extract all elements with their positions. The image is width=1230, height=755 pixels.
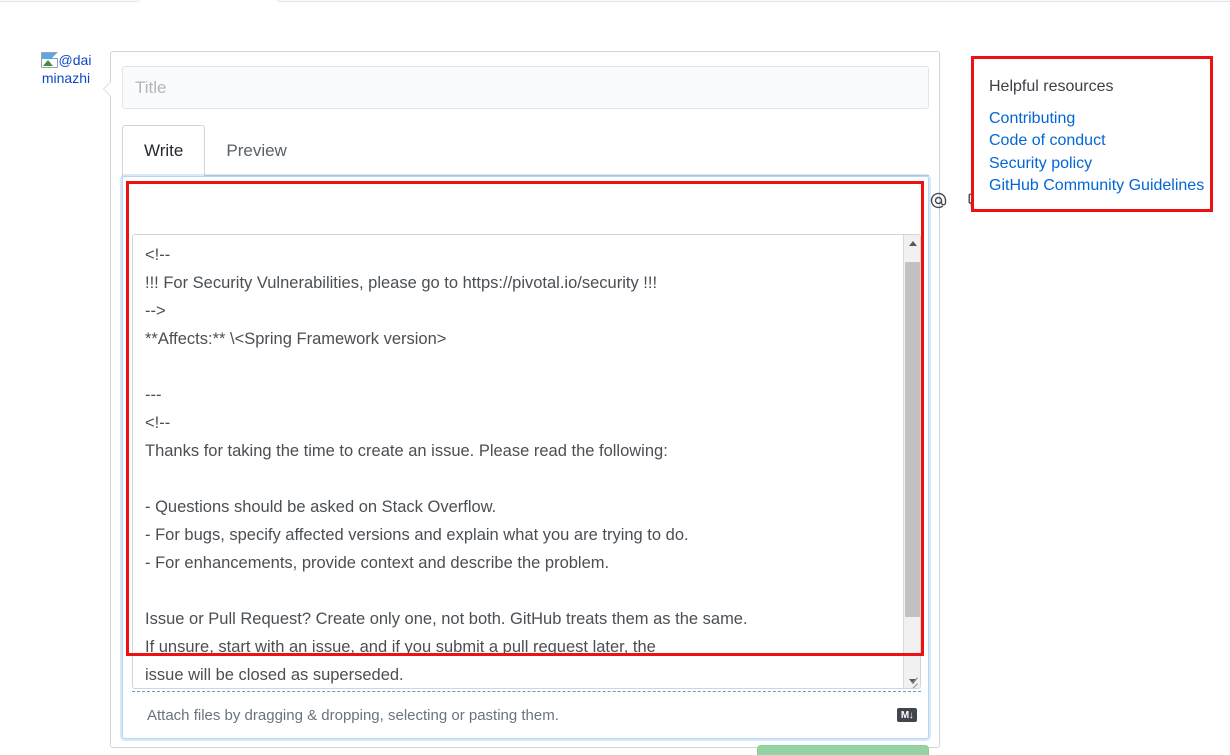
scrollbar-thumb[interactable] bbox=[905, 262, 920, 617]
editor-tabs: Write Preview bbox=[122, 125, 929, 177]
scroll-up-arrow[interactable] bbox=[904, 235, 920, 252]
link-code-of-conduct[interactable]: Code of conduct bbox=[989, 130, 1204, 152]
issue-body-textarea[interactable]: <!-- !!! For Security Vulnerabilities, p… bbox=[132, 234, 921, 689]
avatar[interactable]: @daiminazhi bbox=[38, 51, 94, 110]
new-issue-page: @daiminazhi Title Write Preview H B I bbox=[0, 0, 1230, 755]
submit-new-issue-button[interactable]: Submit new issue bbox=[757, 745, 929, 755]
link-security-policy[interactable]: Security policy bbox=[989, 153, 1204, 175]
link-contributing[interactable]: Contributing bbox=[989, 108, 1204, 130]
textarea-scrollbar[interactable] bbox=[903, 235, 920, 688]
tab-write[interactable]: Write bbox=[122, 125, 206, 177]
helpful-resources-panel: Helpful resources Contributing Code of c… bbox=[972, 57, 1212, 212]
dropzone-divider bbox=[132, 691, 921, 692]
issue-body-dropzone: <!-- !!! For Security Vulnerabilities, p… bbox=[122, 176, 929, 739]
issue-composer-card: Title Write Preview H B I bbox=[103, 51, 1029, 755]
comment-arrow-inner bbox=[104, 81, 112, 97]
issue-body-text: <!-- !!! For Security Vulnerabilities, p… bbox=[145, 246, 748, 684]
broken-image-icon bbox=[40, 51, 59, 68]
page-top-partial-right bbox=[277, 0, 1230, 2]
helpful-resources-title: Helpful resources bbox=[989, 78, 1114, 95]
tab-preview[interactable]: Preview bbox=[205, 125, 307, 176]
textarea-resize-handle[interactable] bbox=[903, 671, 918, 688]
attach-files-hint: Attach files by dragging & dropping, sel… bbox=[147, 706, 559, 724]
markdown-badge-icon: M↓ bbox=[897, 708, 917, 722]
attach-files-row[interactable]: Attach files by dragging & dropping, sel… bbox=[147, 702, 917, 728]
page-top-partial-left bbox=[0, 0, 140, 2]
composer-footer: M↓ Styling with Markdown is supported Su… bbox=[122, 745, 929, 755]
issue-title-input[interactable]: Title bbox=[122, 66, 929, 109]
link-github-community-guidelines[interactable]: GitHub Community Guidelines bbox=[989, 175, 1204, 197]
helpful-resources-links: Contributing Code of conduct Security po… bbox=[989, 108, 1204, 197]
